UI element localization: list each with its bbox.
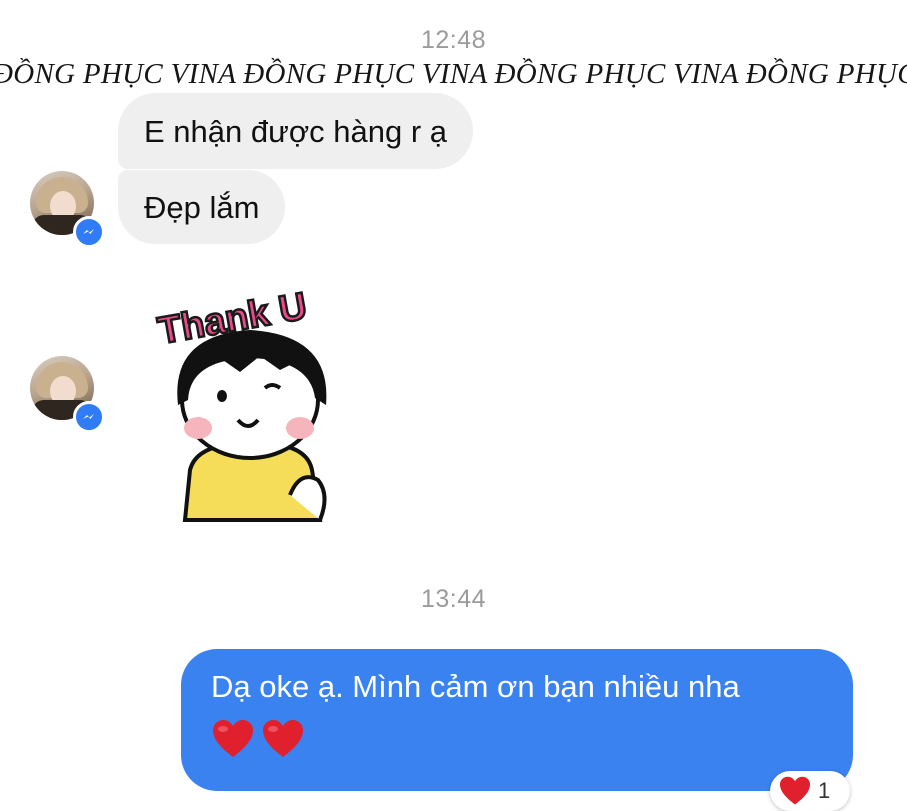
incoming-message-2-text: Đẹp lắm [144,189,260,225]
thank-you-sticker[interactable]: Thank U [150,280,350,530]
watermark-text: ĐỒNG PHỤC VINA ĐỒNG PHỤC VINA ĐỒNG PHỤC … [0,58,907,90]
outgoing-message-text: Dạ oke ạ. Mình cảm ơn bạn nhiều nha [211,669,740,704]
reaction-badge[interactable]: 1 [770,771,850,811]
incoming-message-1[interactable]: E nhận được hàng r ạ [118,93,474,169]
reaction-count: 1 [818,778,831,803]
incoming-message-2[interactable]: Đẹp lắm [118,170,286,244]
outgoing-message[interactable]: Dạ oke ạ. Mình cảm ơn bạn nhiều nha [181,649,853,791]
timestamp-1344: 13:44 [420,585,487,613]
heart-icon [263,719,303,757]
timestamp-1248: 12:48 [420,26,487,54]
heart-icon [780,776,810,805]
incoming-message-1-text: E nhận được hàng r ạ [144,113,448,149]
messenger-icon [73,216,105,248]
messenger-icon [73,401,105,433]
heart-icon [213,719,253,757]
